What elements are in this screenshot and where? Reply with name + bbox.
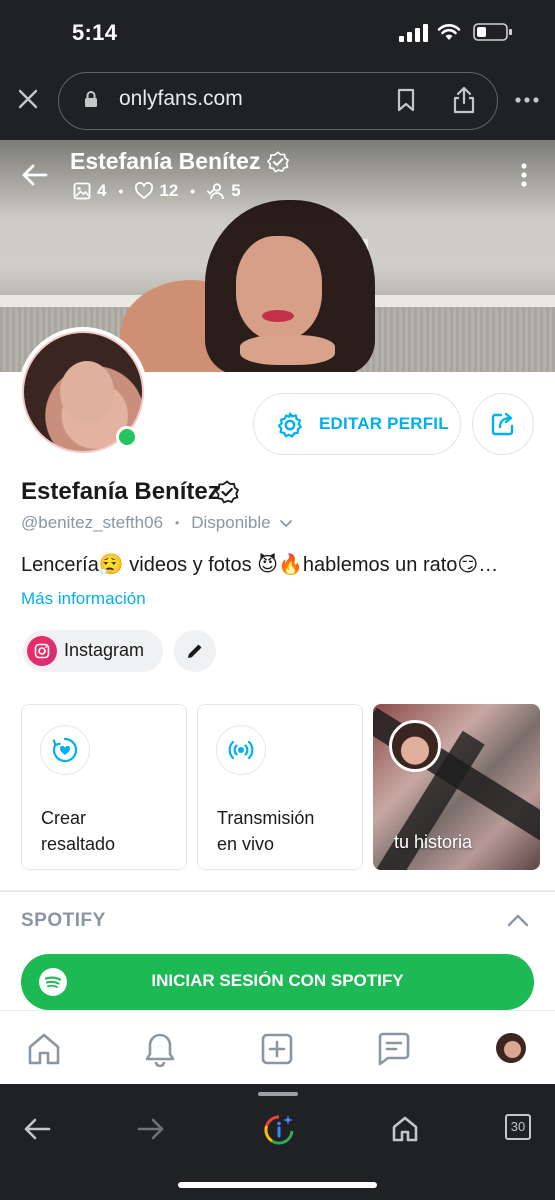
more-info-link[interactable]: Más información — [21, 589, 146, 609]
gear-icon — [277, 412, 302, 438]
cellular-signal-icon — [399, 24, 428, 42]
more-options-icon[interactable] — [514, 96, 540, 104]
your-story-card[interactable]: tu historia — [373, 704, 540, 870]
browser-bottom-bar: 30 — [0, 1084, 555, 1200]
status-time: 5:14 — [72, 20, 118, 45]
availability-dropdown[interactable]: Disponible — [191, 513, 270, 533]
home-icon[interactable] — [26, 1031, 62, 1067]
spotify-section-title[interactable]: SPOTIFY — [21, 910, 106, 932]
spotify-login-button[interactable]: INICIAR SESIÓN CON SPOTIFY — [21, 954, 534, 1010]
instagram-link[interactable]: Instagram — [23, 630, 163, 672]
forward-arrow-icon[interactable] — [136, 1114, 166, 1144]
story-avatar — [389, 720, 441, 772]
fans-icon — [207, 183, 225, 200]
battery-icon — [473, 23, 512, 41]
edit-links-button[interactable] — [174, 630, 216, 672]
instagram-label: Instagram — [64, 640, 145, 660]
verified-badge-icon — [215, 480, 239, 504]
media-icon — [73, 182, 91, 200]
profile-avatar-tab[interactable] — [496, 1033, 526, 1063]
lock-icon — [85, 91, 97, 107]
likes-count: 12 — [159, 181, 179, 200]
add-post-icon[interactable] — [259, 1031, 295, 1067]
bottom-tab-bar — [0, 1010, 555, 1084]
spotify-login-label: INICIAR SESIÓN CON SPOTIFY — [151, 971, 404, 990]
live-stream-label-1: Transmisión — [217, 808, 315, 828]
share-icon — [491, 412, 514, 436]
handle-row: @benitez_stefth06 • Disponible — [21, 513, 293, 533]
header-stats: 4 • 12 • 5 — [73, 180, 241, 202]
live-broadcast-icon — [216, 725, 266, 775]
back-arrow-icon[interactable] — [22, 162, 48, 188]
messages-icon[interactable] — [376, 1031, 412, 1067]
live-stream-card[interactable]: Transmisión en vivo — [197, 704, 363, 870]
online-status-dot — [116, 426, 138, 448]
create-highlight-label-2: resaltado — [41, 834, 116, 854]
profile-bio: Lencería😮‍💨 videos y fotos 😈🔥hablemos un… — [21, 554, 499, 576]
profile-page: Estefanía Benítez 4 • 12 • 5 EDITAR PERF… — [0, 140, 555, 1084]
kebab-menu-icon[interactable] — [520, 163, 528, 187]
close-icon[interactable] — [17, 88, 39, 110]
chevron-up-icon[interactable] — [507, 912, 529, 928]
bell-icon[interactable] — [142, 1031, 178, 1067]
url-text[interactable]: onlyfans.com — [119, 87, 243, 111]
create-highlight-label-1: Crear — [41, 808, 87, 828]
pencil-icon — [188, 644, 202, 658]
heart-icon — [135, 182, 154, 199]
share-icon[interactable] — [452, 86, 476, 114]
header-name: Estefanía Benítez — [70, 148, 261, 174]
share-profile-button[interactable] — [472, 393, 534, 455]
wifi-icon — [437, 24, 461, 40]
bookmark-icon[interactable] — [396, 88, 416, 112]
highlight-icon — [40, 725, 90, 775]
create-highlight-card[interactable]: Crear resaltado — [21, 704, 187, 870]
drag-handle[interactable] — [258, 1092, 298, 1096]
home-indicator — [178, 1182, 377, 1188]
live-stream-label-2: en vivo — [217, 834, 275, 854]
verified-badge-icon — [267, 151, 289, 173]
fans-count: 5 — [231, 181, 241, 200]
google-lens-icon[interactable] — [263, 1114, 295, 1146]
status-bar: 5:14 — [0, 0, 555, 62]
section-divider — [0, 890, 555, 892]
instagram-icon — [27, 636, 57, 666]
your-story-label: tu historia — [394, 832, 473, 852]
edit-profile-button[interactable]: EDITAR PERFIL — [253, 393, 461, 455]
home-icon[interactable] — [390, 1114, 420, 1144]
tabs-icon[interactable]: 30 — [505, 1114, 531, 1140]
browser-url-bar: onlyfans.com — [0, 62, 555, 140]
profile-name: Estefanía Benítez — [21, 478, 220, 505]
media-count: 4 — [97, 181, 107, 200]
chevron-down-icon[interactable] — [279, 516, 293, 530]
profile-handle: @benitez_stefth06 — [21, 513, 164, 532]
edit-profile-label: EDITAR PERFIL — [319, 414, 449, 433]
back-arrow-icon[interactable] — [22, 1114, 52, 1144]
